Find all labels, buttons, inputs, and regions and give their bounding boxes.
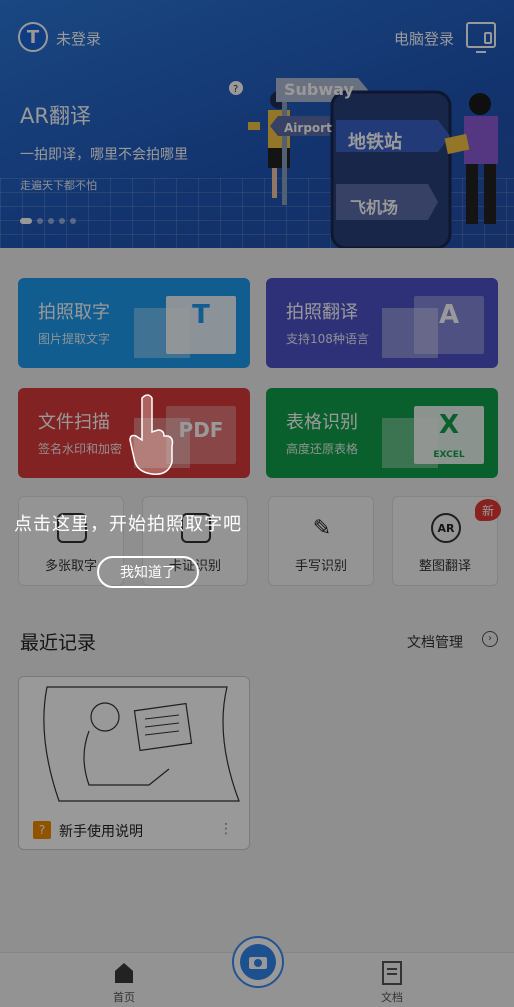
- guide-overlay[interactable]: [0, 0, 514, 1007]
- got-it-button[interactable]: 我知道了: [97, 556, 199, 588]
- app-root: T 未登录 电脑登录 AR翻译 一拍即译，哪里不会拍哪里 走遍天下都不怕 ? S…: [0, 0, 514, 1007]
- guide-hint-text: 点击这里，开始拍照取字吧: [14, 514, 242, 535]
- pointing-hand-icon: [129, 394, 174, 475]
